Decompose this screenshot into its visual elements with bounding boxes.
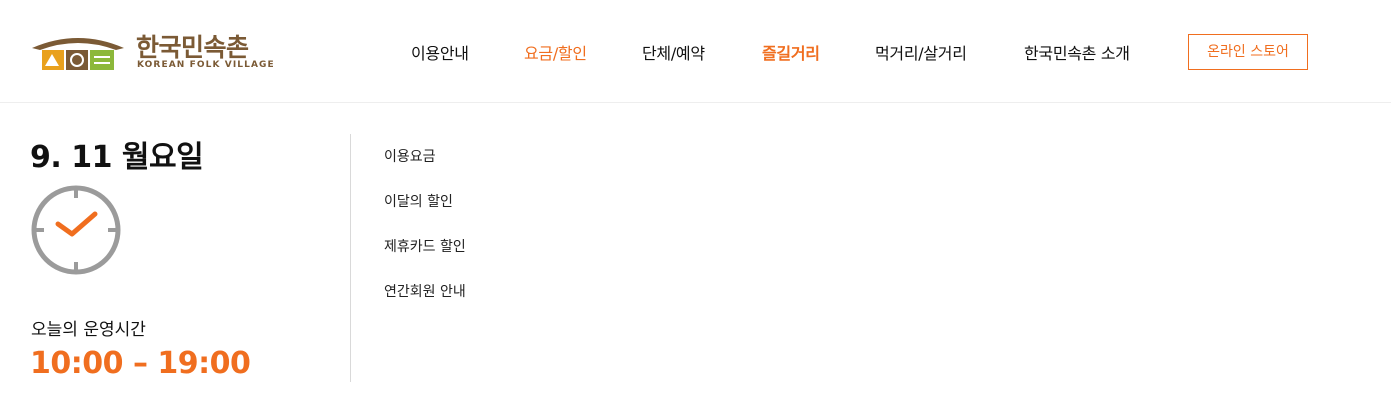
nav-item-food-shopping[interactable]: 먹거리/살거리	[875, 40, 967, 64]
nav-item-about[interactable]: 한국민속촌 소개	[1024, 40, 1130, 64]
operating-hours: 10:00 – 19:00	[30, 346, 251, 381]
vertical-divider	[350, 134, 351, 382]
today-date: 9. 11 월요일	[30, 140, 204, 175]
nav-item-fees-discounts[interactable]: 요금/할인	[524, 40, 587, 64]
nav-item-guide[interactable]: 이용안내	[411, 40, 469, 64]
submenu-item-card-discount[interactable]: 제휴카드 할인	[384, 236, 466, 256]
online-store-button[interactable]: 온라인 스토어	[1188, 34, 1308, 70]
site-logo[interactable]: 한국민속촌 KOREAN FOLK VILLAGE	[30, 28, 274, 78]
submenu-item-annual-membership[interactable]: 연간회원 안내	[384, 281, 466, 301]
nav-item-group-reservation[interactable]: 단체/예약	[642, 40, 705, 64]
nav-item-attractions[interactable]: 즐길거리	[762, 40, 820, 64]
folk-village-logo-icon	[32, 38, 124, 70]
operating-hours-label: 오늘의 운영시간	[31, 320, 146, 340]
site-header: 한국민속촌 KOREAN FOLK VILLAGE 이용안내 요금/할인 단체/…	[0, 0, 1391, 103]
submenu-item-admission-fees[interactable]: 이용요금	[384, 146, 436, 166]
submenu-item-monthly-discount[interactable]: 이달의 할인	[384, 191, 453, 211]
logo-title-ko: 한국민속촌	[136, 33, 249, 62]
logo-title-en: KOREAN FOLK VILLAGE	[137, 60, 275, 70]
clock-icon	[31, 185, 121, 275]
